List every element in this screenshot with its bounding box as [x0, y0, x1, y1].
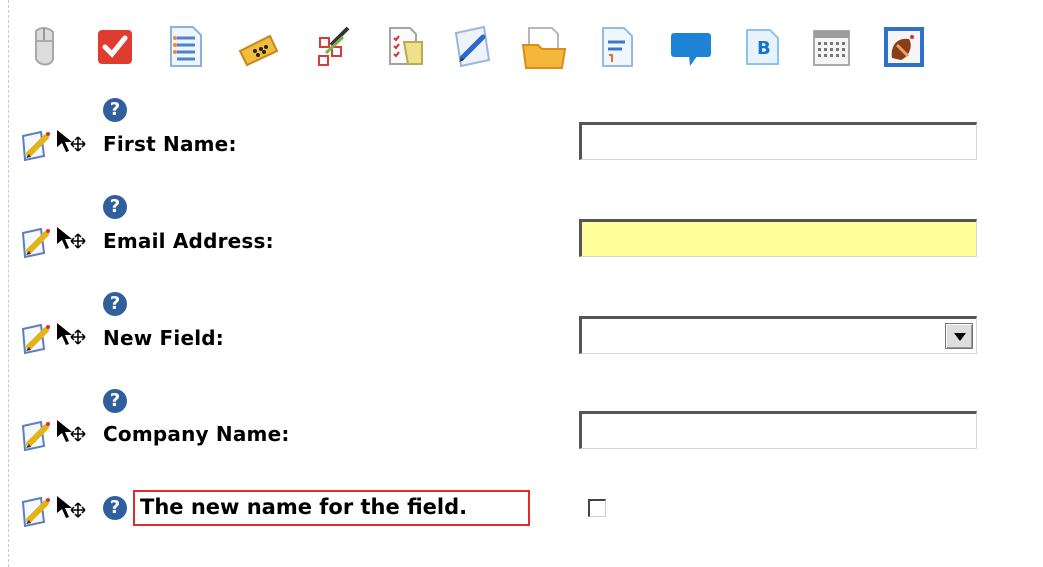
form-builder-page: B ? First Name: ? Email Address: ? New F…	[0, 0, 1043, 567]
field-checkbox[interactable]	[588, 499, 606, 517]
speech-bubble-icon[interactable]	[664, 20, 716, 72]
svg-text:B: B	[757, 38, 771, 59]
edit-field-icon[interactable]	[21, 495, 51, 528]
new-field-label: New Field:	[103, 326, 224, 350]
mouse-icon[interactable]	[18, 20, 70, 72]
move-field-icon[interactable]	[55, 419, 87, 443]
email-address-label: Email Address:	[103, 229, 274, 253]
first-name-row-tools	[21, 129, 87, 162]
new-field-select[interactable]	[579, 316, 977, 354]
first-name-help-icon[interactable]: ?	[103, 98, 127, 122]
text-document-icon[interactable]	[590, 20, 642, 72]
edit-field-icon[interactable]	[21, 419, 51, 452]
company-name-help-icon[interactable]: ?	[103, 389, 127, 413]
folder-files-icon[interactable]	[518, 20, 570, 72]
edit-field-icon[interactable]	[21, 129, 51, 162]
new-field-name-help-icon[interactable]: ?	[103, 496, 127, 520]
checklist-doc-icon[interactable]	[376, 20, 428, 72]
dropdown-arrow-icon[interactable]	[945, 323, 973, 349]
move-field-icon[interactable]	[55, 226, 87, 250]
email-address-input[interactable]	[579, 219, 977, 257]
checkbox-icon[interactable]	[88, 20, 140, 72]
new-field-row-tools	[21, 322, 87, 355]
image-stamp-icon[interactable]	[878, 20, 930, 72]
canvas-left-border	[8, 0, 9, 567]
first-name-input[interactable]	[579, 122, 977, 160]
field-name-edit-input[interactable]: The new name for the field.	[133, 490, 530, 526]
calendar-icon[interactable]	[805, 20, 857, 72]
password-field-icon[interactable]	[232, 20, 284, 72]
edit-field-icon[interactable]	[21, 322, 51, 355]
company-name-input[interactable]	[579, 411, 977, 449]
move-field-icon[interactable]	[55, 322, 87, 346]
cut-copy-icon[interactable]	[306, 20, 358, 72]
editing-row-tools	[21, 495, 87, 528]
company-name-label: Company Name:	[103, 422, 290, 446]
email-address-row-tools	[21, 226, 87, 259]
email-address-help-icon[interactable]: ?	[103, 195, 127, 219]
bold-text-icon[interactable]: B	[736, 20, 788, 72]
pen-edit-icon[interactable]	[446, 20, 498, 72]
move-field-icon[interactable]	[55, 129, 87, 153]
new-field-help-icon[interactable]: ?	[103, 292, 127, 316]
first-name-label: First Name:	[103, 132, 237, 156]
company-name-row-tools	[21, 419, 87, 452]
edit-field-icon[interactable]	[21, 226, 51, 259]
numbered-list-icon[interactable]	[158, 20, 210, 72]
move-field-icon[interactable]	[55, 495, 87, 519]
